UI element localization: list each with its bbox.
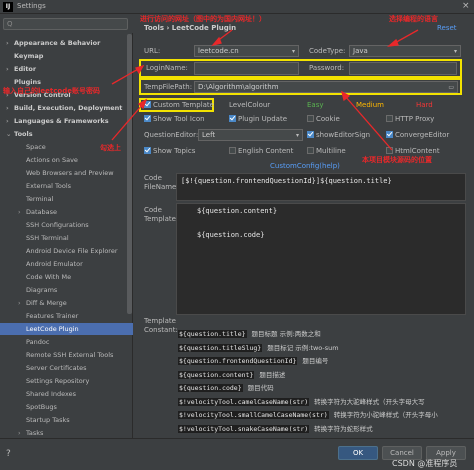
arrow-head — [135, 64, 145, 75]
watermark: CSDN @准程序员 — [392, 459, 458, 468]
annotation-path: 本项目模块源码的位置 — [362, 156, 432, 164]
annotation-language: 选择编程的语言 — [389, 15, 438, 23]
annotation-checkbox: 勾选上 — [100, 144, 121, 152]
arrow-to-login — [111, 67, 141, 85]
annotation-url: 进行访问的网址（图中的为国内网址！） — [140, 15, 266, 23]
arrow-to-path — [344, 95, 393, 151]
arrow-head — [386, 38, 399, 47]
arrow-head — [211, 36, 222, 47]
annotation-login: 输入自己的leetcode账号密码 — [3, 87, 100, 95]
annotation-arrows — [111, 29, 419, 151]
arrow-to-checkbox — [111, 103, 144, 141]
